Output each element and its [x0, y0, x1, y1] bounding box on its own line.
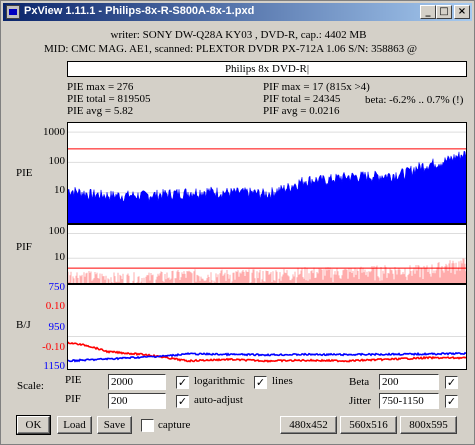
ok-button[interactable]: OK [16, 415, 51, 435]
jitter-tick-1150: 1150 [43, 360, 65, 372]
beta-tick-0.10: 0.10 [45, 300, 65, 312]
size-800x595-button[interactable]: 800x595 [400, 416, 457, 434]
size-560x516-button[interactable]: 560x516 [340, 416, 397, 434]
bj-axis-label: B/J [16, 319, 31, 331]
pif-scale-input[interactable]: 200 [108, 393, 166, 409]
pie-tick-1000: 1000 [43, 126, 65, 138]
pif-total: PIF total = 24345 [263, 93, 341, 105]
pie-tick-100: 100 [48, 155, 66, 167]
pie-max: PIE max = 276 [67, 81, 134, 93]
beta-checkbox[interactable]: ✓ [445, 376, 458, 389]
capture-checkbox[interactable] [141, 419, 154, 432]
pie-tick-10: 10 [54, 184, 65, 196]
jitter-tick-750: 750 [48, 281, 66, 293]
auto-adjust-checkbox[interactable]: ✓ [176, 395, 189, 408]
scale-label: Scale: [17, 380, 44, 392]
size-480x452-button[interactable]: 480x452 [280, 416, 337, 434]
beta-series-line [67, 341, 467, 363]
pie-avg: PIE avg = 5.82 [67, 105, 134, 117]
minimize-button[interactable]: _ [420, 5, 436, 19]
scan-info: MID: CMC MAG. AE1, scanned: PLEXTOR DVDR… [44, 43, 417, 55]
load-button[interactable]: Load [57, 416, 92, 434]
close-button[interactable]: × [454, 5, 470, 19]
pif-avg: PIF avg = 0.0216 [263, 105, 340, 117]
writer-info: writer: SONY DW-Q28A KY03 , DVD-R, cap.:… [110, 29, 367, 41]
pie-total: PIE total = 819505 [67, 93, 151, 105]
logarithmic-checkbox[interactable]: ✓ [176, 376, 189, 389]
pie-series-area [67, 150, 467, 224]
logarithmic-label: logarithmic [194, 375, 245, 387]
save-button[interactable]: Save [97, 416, 132, 434]
capture-label: capture [158, 419, 191, 431]
pif-tick-100: 100 [48, 225, 66, 237]
disc-name-field[interactable]: Philips 8x DVD-R| [67, 61, 467, 77]
pif-axis-label: PIF [16, 241, 32, 253]
scan-chart-svg [67, 131, 467, 363]
title-bar[interactable]: PxView 1.11.1 - Philips-8x-R-S800A-8x-1.… [3, 3, 472, 21]
lines-label: lines [272, 375, 293, 387]
pxview-window: PxView 1.11.1 - Philips-8x-R-S800A-8x-1.… [0, 0, 475, 445]
pif-max: PIF max = 17 (815x >4) [263, 81, 370, 93]
lines-checkbox[interactable]: ✓ [254, 376, 267, 389]
window-title: PxView 1.11.1 - Philips-8x-R-S800A-8x-1.… [24, 5, 255, 17]
auto-adjust-label: auto-adjust [194, 394, 243, 406]
jitter-scale-label: Jitter [349, 395, 371, 407]
pie-scale-input[interactable]: 2000 [108, 374, 166, 390]
beta-scale-input[interactable]: 200 [379, 374, 439, 390]
scale-pie-label: PIE [65, 374, 82, 386]
scan-chart [67, 122, 467, 370]
pie-axis-label: PIE [16, 167, 33, 179]
jitter-checkbox[interactable]: ✓ [445, 395, 458, 408]
app-icon [6, 5, 20, 19]
scale-pif-label: PIF [65, 393, 81, 405]
beta-scale-label: Beta [349, 376, 370, 388]
jitter-scale-input[interactable]: 750-1150 [379, 393, 439, 409]
maximize-button[interactable]: □ [436, 5, 452, 19]
beta-tick-neg0.10: -0.10 [42, 341, 65, 353]
beta-range: beta: -6.2% .. 0.7% (!) [365, 94, 464, 106]
